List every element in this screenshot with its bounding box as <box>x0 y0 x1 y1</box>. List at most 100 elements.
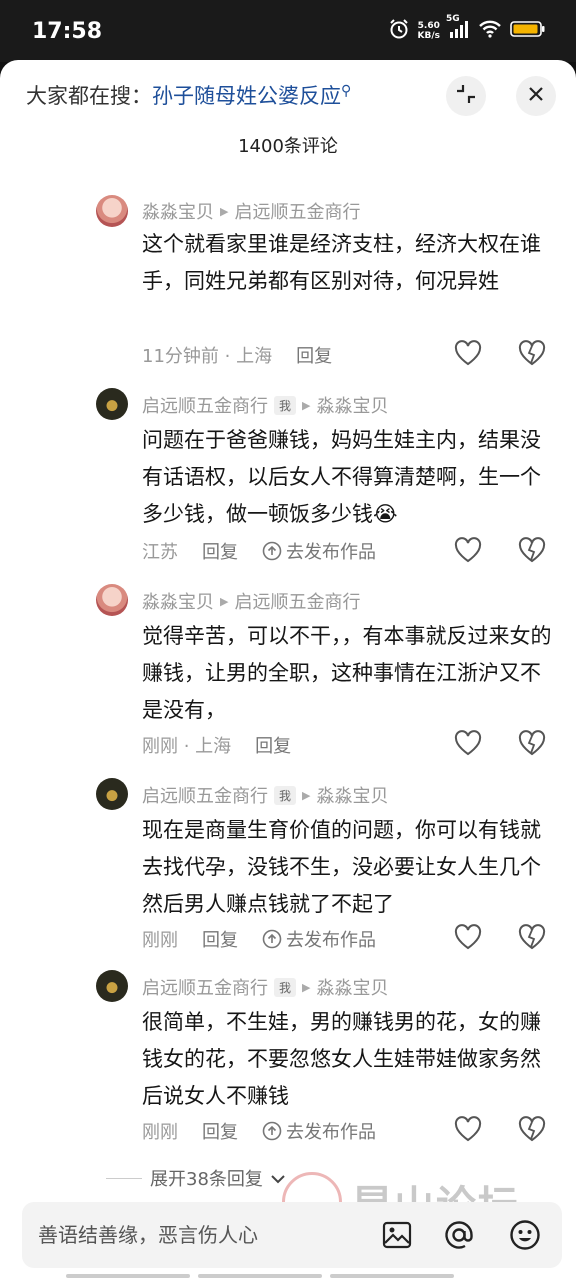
emoji-icon <box>510 1220 540 1250</box>
battery-icon <box>510 20 546 42</box>
alarm-icon <box>388 18 410 44</box>
time-location: 刚刚 <box>142 930 178 951</box>
divider <box>106 1177 142 1179</box>
reply-arrow-icon: ▶ <box>302 980 311 994</box>
avatar[interactable] <box>96 970 128 1002</box>
author-name[interactable]: 启远顺五金商行 <box>142 392 268 418</box>
comment-meta: 启远顺五金商行 我 ▶ 淼淼宝贝 <box>142 974 388 1000</box>
status-bar: 17:58 5.60 KB/s 5G <box>0 0 576 62</box>
gesture-bar <box>0 1268 576 1280</box>
comment-text: 问题在于爸爸赚钱，妈妈生娃主内，结果没有话语权，以后女人不得算清楚啊，生一个多少… <box>142 428 541 526</box>
image-button[interactable] <box>380 1218 414 1252</box>
author-name[interactable]: 淼淼宝贝 <box>142 588 214 614</box>
search-prefix: 大家都在搜： <box>26 84 152 108</box>
publish-work-button[interactable]: 去发布作品 <box>262 538 376 564</box>
comment-meta: 淼淼宝贝 ▶ 启远顺五金商行 <box>142 198 360 224</box>
comment-count: 1400条评论 <box>238 136 338 157</box>
expand-replies-button[interactable]: 展开38条回复 <box>106 1165 285 1191</box>
avatar[interactable] <box>96 584 128 616</box>
publish-work-label: 去发布作品 <box>286 1122 376 1143</box>
comment-actions: 刚刚 回复 去发布作品 <box>142 1118 376 1144</box>
author-name[interactable]: 启远顺五金商行 <box>142 782 268 808</box>
comment-text: 很简单，不生娃，男的赚钱男的花，女的赚钱女的花，不要忽悠女人生娃带娃做家务然后说… <box>142 1010 541 1108</box>
time-location: 刚刚 · 上海 <box>142 736 232 757</box>
avatar[interactable] <box>96 195 128 227</box>
reply-to-name[interactable]: 启远顺五金商行 <box>234 588 360 614</box>
dislike-icon[interactable] <box>518 537 546 563</box>
reply-to-name[interactable]: 淼淼宝贝 <box>316 974 388 1000</box>
at-icon <box>445 1221 473 1249</box>
share-icon <box>262 1121 282 1141</box>
time-location: 江苏 <box>142 542 178 563</box>
status-icons: 5.60 KB/s 5G <box>388 14 546 44</box>
chevron-down-icon <box>271 1168 285 1189</box>
emoji-button[interactable] <box>508 1218 542 1252</box>
search-icon: ⚲ <box>341 83 352 99</box>
close-button[interactable] <box>516 76 556 116</box>
close-icon <box>527 85 545 107</box>
reply-button[interactable]: 回复 <box>202 1118 238 1144</box>
heart-icon[interactable] <box>454 340 482 366</box>
publish-work-button[interactable]: 去发布作品 <box>262 926 376 952</box>
comment-actions: 刚刚 回复 去发布作品 <box>142 926 376 952</box>
time-location: 刚刚 <box>142 1122 178 1143</box>
comment-input[interactable] <box>38 1218 358 1252</box>
reply-to-name[interactable]: 淼淼宝贝 <box>316 392 388 418</box>
reply-button[interactable]: 回复 <box>202 538 238 564</box>
nav-segment <box>330 1274 454 1278</box>
image-icon <box>382 1221 412 1249</box>
author-name[interactable]: 淼淼宝贝 <box>142 198 214 224</box>
publish-work-label: 去发布作品 <box>286 930 376 951</box>
reply-arrow-icon: ▶ <box>302 788 311 802</box>
collapse-icon <box>455 83 477 109</box>
dislike-icon[interactable] <box>518 924 546 950</box>
expand-replies-label: 展开38条回复 <box>150 1169 263 1190</box>
wifi-icon <box>478 20 502 42</box>
comment-text: 这个就看家里谁是经济支柱，经济大权在谁手，同姓兄弟都有区别对待，何况异姓 <box>142 232 541 293</box>
avatar[interactable] <box>96 778 128 810</box>
comment-text: 现在是商量生育价值的问题，你可以有钱就去找代孕，没钱不生，没必要让女人生几个然后… <box>142 818 541 916</box>
reply-to-name[interactable]: 启远顺五金商行 <box>234 198 360 224</box>
heart-icon[interactable] <box>454 1116 482 1142</box>
me-badge: 我 <box>274 977 297 997</box>
nav-segment <box>66 1274 190 1278</box>
comment-meta: 启远顺五金商行 我 ▶ 淼淼宝贝 <box>142 392 388 418</box>
comment-actions: 江苏 回复 去发布作品 <box>142 538 376 564</box>
share-icon <box>262 929 282 949</box>
mention-button[interactable] <box>442 1218 476 1252</box>
comment-sheet: 大家都在搜：孙子随母姓公婆反应⚲ 1400条评论 淼淼宝贝 ▶ 启远顺五金商行 … <box>0 60 576 1280</box>
reply-to-name[interactable]: 淼淼宝贝 <box>316 782 388 808</box>
publish-work-label: 去发布作品 <box>286 542 376 563</box>
heart-icon[interactable] <box>454 537 482 563</box>
comment-meta: 淼淼宝贝 ▶ 启远顺五金商行 <box>142 588 360 614</box>
comment-actions: 刚刚 · 上海 回复 <box>142 732 291 758</box>
signal-icon: 5G <box>446 14 470 42</box>
reply-arrow-icon: ▶ <box>302 398 311 412</box>
heart-icon[interactable] <box>454 924 482 950</box>
status-time: 17:58 <box>32 19 103 44</box>
me-badge: 我 <box>274 395 297 415</box>
dislike-icon[interactable] <box>518 1116 546 1142</box>
comment-text: 觉得辛苦，可以不干，，有本事就反过来女的赚钱，让男的全职，这种事情在江浙沪又不是… <box>142 624 552 722</box>
dislike-icon[interactable] <box>518 340 546 366</box>
comment-input-bar <box>22 1202 562 1268</box>
reply-button[interactable]: 回复 <box>255 732 291 758</box>
trending-search[interactable]: 大家都在搜：孙子随母姓公婆反应⚲ <box>26 80 351 110</box>
reply-arrow-icon: ▶ <box>220 204 229 218</box>
comment-actions: 11分钟前 · 上海 回复 <box>142 342 332 368</box>
collapse-button[interactable] <box>446 76 486 116</box>
search-keyword-link[interactable]: 孙子随母姓公婆反应 <box>152 84 341 108</box>
network-speed: 5.60 KB/s <box>417 21 440 41</box>
avatar[interactable] <box>96 388 128 420</box>
nav-segment <box>198 1274 322 1278</box>
reply-button[interactable]: 回复 <box>296 342 332 368</box>
author-name[interactable]: 启远顺五金商行 <box>142 974 268 1000</box>
heart-icon[interactable] <box>454 730 482 756</box>
time-location: 11分钟前 · 上海 <box>142 346 273 367</box>
publish-work-button[interactable]: 去发布作品 <box>262 1118 376 1144</box>
reply-button[interactable]: 回复 <box>202 926 238 952</box>
share-icon <box>262 541 282 561</box>
comment-meta: 启远顺五金商行 我 ▶ 淼淼宝贝 <box>142 782 388 808</box>
reply-arrow-icon: ▶ <box>220 594 229 608</box>
dislike-icon[interactable] <box>518 730 546 756</box>
